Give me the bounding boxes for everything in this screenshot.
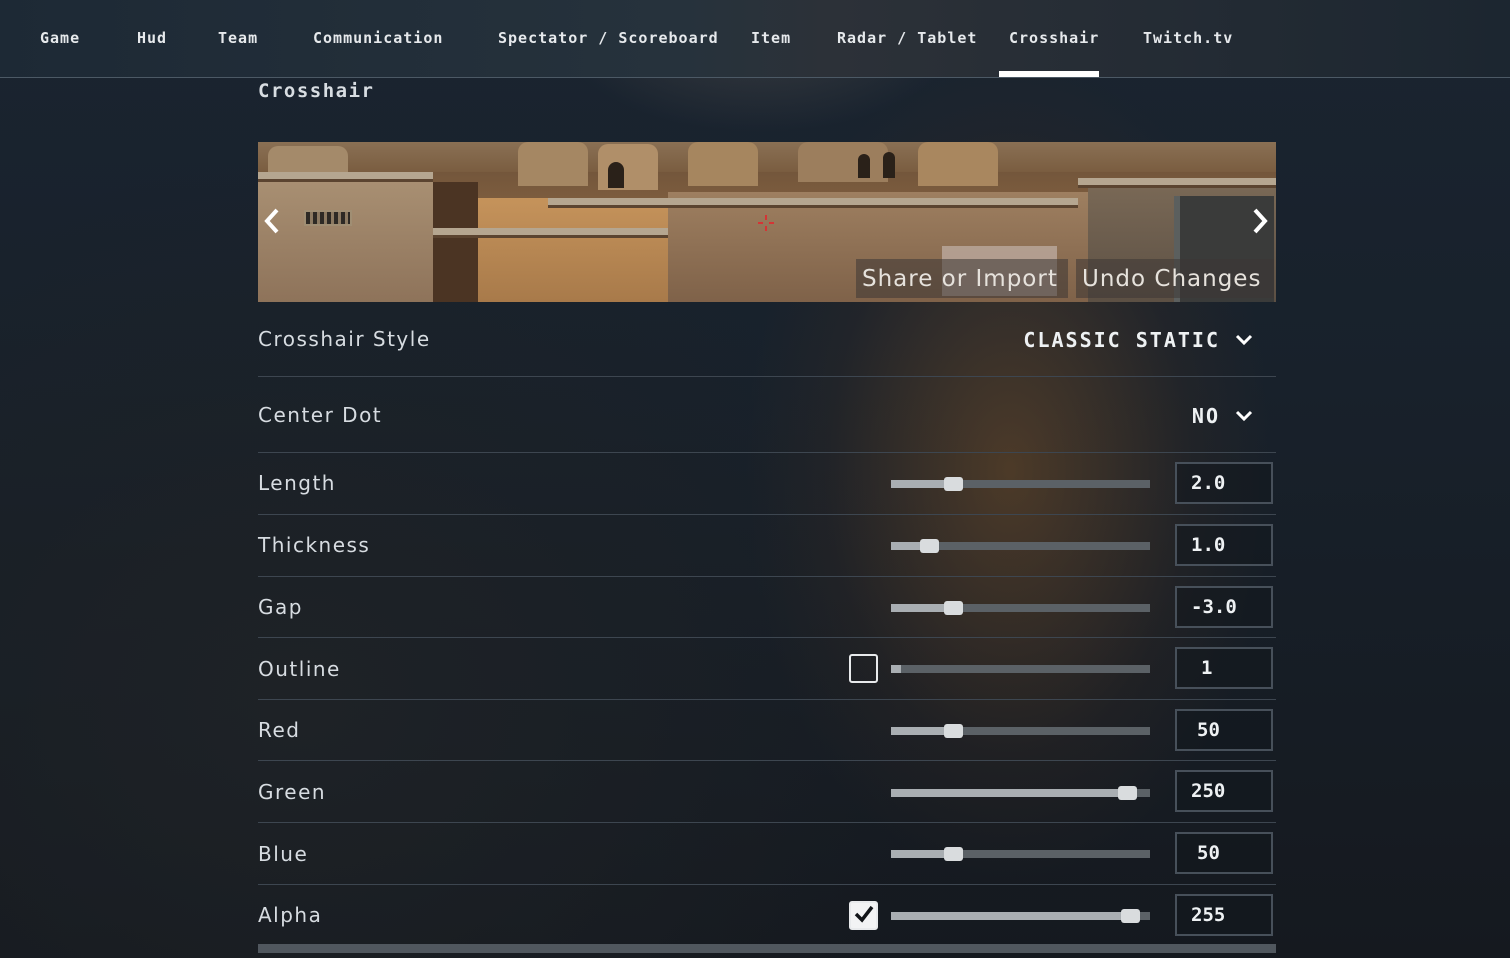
- tab-radar-tablet[interactable]: Radar / Tablet: [837, 0, 977, 78]
- slider-thumb[interactable]: [944, 724, 963, 738]
- setting-row-gap: Gap -3.0: [258, 577, 1276, 638]
- scenery-tower: [518, 142, 588, 186]
- undo-changes-button[interactable]: Undo Changes: [1076, 259, 1274, 298]
- red-value-input[interactable]: 50: [1175, 709, 1273, 751]
- crosshair-style-dropdown[interactable]: CLASSIC STATIC: [1023, 325, 1254, 355]
- setting-label: Thickness: [258, 533, 371, 557]
- setting-row-thickness: Thickness 1.0: [258, 515, 1276, 577]
- scenery-ledge: [433, 228, 668, 238]
- dropdown-value: CLASSIC STATIC: [1023, 328, 1220, 352]
- gap-slider[interactable]: [891, 601, 1150, 615]
- tab-game[interactable]: Game: [40, 0, 80, 78]
- outline-checkbox[interactable]: [849, 654, 878, 683]
- blue-slider[interactable]: [891, 847, 1150, 861]
- scenery-tower: [798, 142, 888, 182]
- tab-hud[interactable]: Hud: [137, 0, 167, 78]
- setting-label: Red: [258, 718, 301, 742]
- tab-communication[interactable]: Communication: [313, 0, 443, 78]
- scenery-wall: [478, 198, 668, 302]
- red-slider[interactable]: [891, 724, 1150, 738]
- setting-label: Center Dot: [258, 403, 383, 427]
- scenery-tower: [598, 144, 658, 190]
- setting-label: Blue: [258, 842, 309, 866]
- setting-row-crosshair-style: Crosshair Style CLASSIC STATIC: [258, 302, 1276, 377]
- chevron-down-icon: [1234, 328, 1254, 352]
- blue-value-input[interactable]: 50: [1175, 832, 1273, 874]
- chevron-left-icon: [262, 207, 282, 239]
- tab-spectator-scoreboard[interactable]: Spectator / Scoreboard: [498, 0, 719, 78]
- setting-label: Green: [258, 780, 327, 804]
- center-dot-dropdown[interactable]: NO: [1192, 401, 1254, 431]
- scenery-ledge: [258, 172, 433, 182]
- outline-slider[interactable]: [891, 665, 1150, 673]
- scenery-ledge: [548, 198, 1078, 208]
- slider-thumb[interactable]: [920, 539, 939, 553]
- settings-scrollbar[interactable]: [258, 944, 1276, 953]
- active-tab-indicator: [999, 71, 1099, 77]
- setting-row-alpha: Alpha 255: [258, 885, 1276, 940]
- slider-thumb[interactable]: [944, 601, 963, 615]
- settings-tab-bar: Game Hud Team Communication Spectator / …: [0, 0, 1510, 78]
- slider-fill: [891, 912, 1131, 920]
- chevron-down-icon: [1234, 404, 1254, 428]
- tab-twitch-tv[interactable]: Twitch.tv: [1143, 0, 1233, 78]
- setting-label: Length: [258, 471, 336, 495]
- scenery-vent: [304, 210, 352, 226]
- dropdown-value: NO: [1191, 404, 1220, 428]
- slider-thumb[interactable]: [944, 477, 963, 491]
- scenery-window: [608, 162, 624, 188]
- length-value-input[interactable]: 2.0: [1175, 462, 1273, 504]
- crosshair-preview: Share or Import Undo Changes: [258, 142, 1276, 302]
- setting-row-blue: Blue 50: [258, 823, 1276, 885]
- scenery-wall: [433, 182, 478, 302]
- scenery-ledge: [1078, 178, 1276, 188]
- setting-row-green: Green 250: [258, 761, 1276, 823]
- slider-fill: [891, 789, 1128, 797]
- setting-row-red: Red 50: [258, 700, 1276, 761]
- thickness-slider[interactable]: [891, 539, 1150, 553]
- gap-value-input[interactable]: -3.0: [1175, 586, 1273, 628]
- length-slider[interactable]: [891, 477, 1150, 491]
- outline-value-input[interactable]: 1: [1175, 647, 1273, 689]
- section-title: Crosshair: [258, 80, 375, 102]
- slider-thumb[interactable]: [944, 847, 963, 861]
- setting-row-length: Length 2.0: [258, 453, 1276, 515]
- chevron-right-icon: [1250, 207, 1270, 239]
- scenery-window: [883, 152, 895, 178]
- scenery-wall: [258, 182, 433, 302]
- alpha-slider[interactable]: [891, 909, 1150, 923]
- next-preview-button[interactable]: [1248, 206, 1272, 240]
- slider-fill: [891, 665, 901, 673]
- setting-label: Gap: [258, 595, 303, 619]
- green-value-input[interactable]: 250: [1175, 770, 1273, 812]
- alpha-value-input[interactable]: 255: [1175, 894, 1273, 936]
- setting-row-outline: Outline 1: [258, 638, 1276, 700]
- tab-crosshair[interactable]: Crosshair: [1009, 0, 1099, 78]
- setting-label: Alpha: [258, 903, 323, 927]
- tab-item[interactable]: Item: [751, 0, 791, 78]
- alpha-checkbox[interactable]: [849, 901, 878, 930]
- preview-sky: [258, 142, 1276, 172]
- slider-thumb[interactable]: [1118, 786, 1137, 800]
- thickness-value-input[interactable]: 1.0: [1175, 524, 1273, 566]
- setting-label: Crosshair Style: [258, 327, 431, 351]
- slider-thumb[interactable]: [1121, 909, 1140, 923]
- scenery-tower: [918, 142, 998, 186]
- crosshair-preview-mark: [758, 215, 774, 231]
- setting-label: Outline: [258, 657, 341, 681]
- scenery-window: [858, 154, 870, 178]
- share-or-import-button[interactable]: Share or Import: [856, 259, 1068, 298]
- green-slider[interactable]: [891, 786, 1150, 800]
- tab-team[interactable]: Team: [218, 0, 258, 78]
- checkmark-icon: [853, 904, 875, 928]
- setting-row-center-dot: Center Dot NO: [258, 377, 1276, 453]
- scenery-tower: [688, 142, 758, 186]
- previous-preview-button[interactable]: [260, 206, 284, 240]
